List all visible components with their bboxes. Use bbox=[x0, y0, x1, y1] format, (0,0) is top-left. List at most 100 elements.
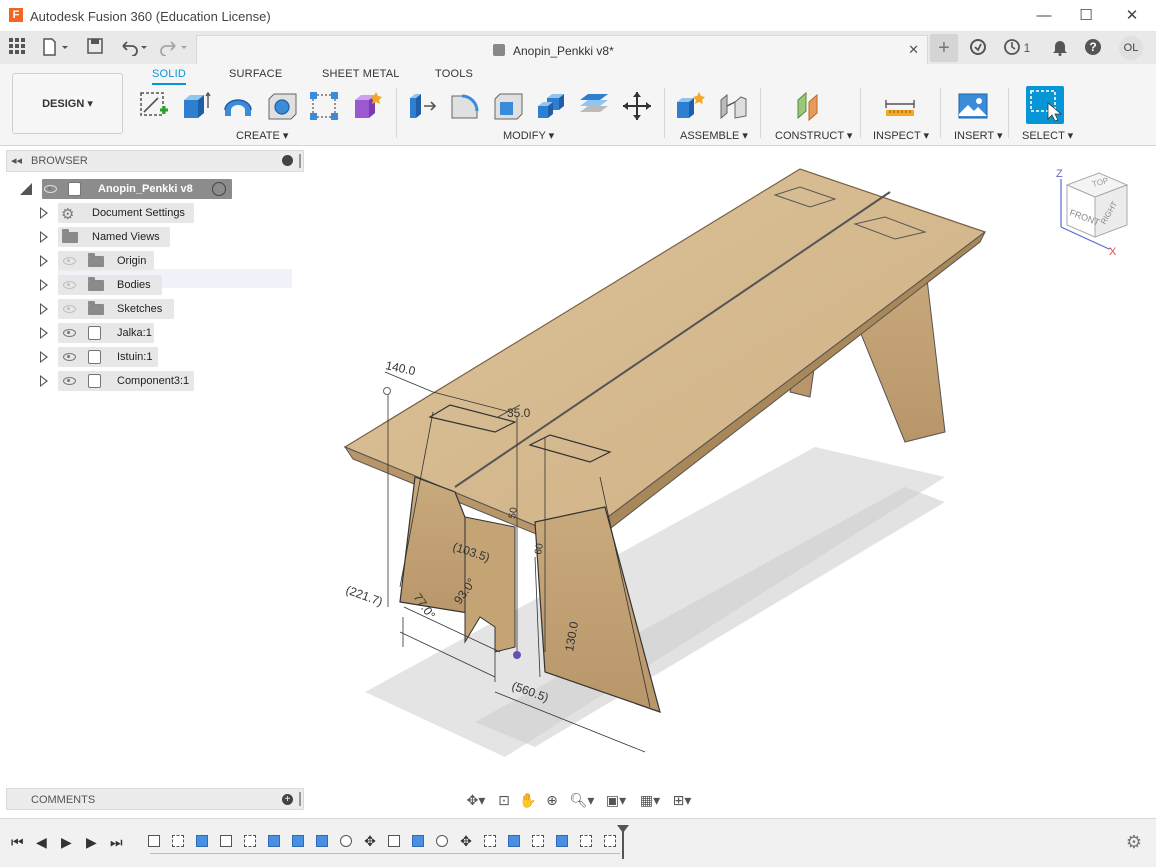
tab-tools[interactable]: TOOLS bbox=[435, 68, 473, 80]
viewports-icon[interactable]: ⊞▾ bbox=[667, 791, 697, 809]
timeline-feature-sketch[interactable] bbox=[530, 833, 546, 849]
browser-item-sketches[interactable]: Sketches bbox=[38, 299, 178, 319]
display-settings-icon[interactable]: ▣▾ bbox=[601, 791, 631, 809]
insert-group-menu[interactable]: INSERT ▾ bbox=[954, 129, 1003, 142]
pan-hand-icon[interactable]: ✋ bbox=[519, 791, 537, 809]
step-forward-icon[interactable]: ▶ bbox=[86, 834, 97, 851]
inspect-group-menu[interactable]: INSPECT ▾ bbox=[873, 129, 929, 142]
combine-icon[interactable] bbox=[535, 90, 567, 122]
zoom-icon[interactable]: ⊕ bbox=[543, 791, 561, 809]
panel-pin-icon[interactable] bbox=[299, 154, 301, 168]
browser-item-document-settings[interactable]: ⚙ Document Settings bbox=[38, 203, 198, 223]
close-window-button[interactable]: ✕ bbox=[1118, 4, 1146, 28]
help-icon[interactable]: ? bbox=[1083, 38, 1103, 58]
tab-sheet-metal[interactable]: SHEET METAL bbox=[322, 68, 400, 80]
viewcube[interactable]: TOP FRONT RIGHT Z X bbox=[1053, 167, 1143, 258]
press-pull-icon[interactable] bbox=[406, 90, 438, 122]
expand-triangle-icon[interactable] bbox=[40, 255, 48, 267]
expanded-triangle-icon[interactable] bbox=[20, 183, 32, 195]
measure-icon[interactable] bbox=[884, 90, 916, 122]
document-tab[interactable]: Anopin_Penkki v8* ✕ bbox=[196, 35, 928, 64]
timeline-feature-joint[interactable] bbox=[434, 833, 450, 849]
timeline-feature-extrude[interactable] bbox=[506, 833, 522, 849]
collapse-panel-icon[interactable]: ◂◂ bbox=[11, 154, 22, 167]
browser-item-named-views[interactable]: Named Views bbox=[38, 227, 178, 247]
expand-triangle-icon[interactable] bbox=[40, 375, 48, 387]
timeline-feature-sketch[interactable] bbox=[242, 833, 258, 849]
timeline-feature-sketch[interactable] bbox=[482, 833, 498, 849]
timeline-feature-extrude[interactable] bbox=[194, 833, 210, 849]
construct-group-menu[interactable]: CONSTRUCT ▾ bbox=[775, 129, 852, 142]
timeline-feature-extrude[interactable] bbox=[554, 833, 570, 849]
timeline-feature-joint[interactable] bbox=[338, 833, 354, 849]
play-icon[interactable]: ▶ bbox=[61, 834, 72, 851]
go-to-start-icon[interactable]: ⏮ bbox=[11, 834, 24, 851]
timeline-marker-handle[interactable] bbox=[617, 825, 629, 833]
minimize-button[interactable]: — bbox=[1030, 4, 1058, 28]
expand-triangle-icon[interactable] bbox=[40, 351, 48, 363]
move-copy-icon[interactable] bbox=[621, 90, 653, 122]
expand-triangle-icon[interactable] bbox=[40, 231, 48, 243]
close-tab-icon[interactable]: ✕ bbox=[908, 42, 919, 58]
create-sketch-icon[interactable] bbox=[138, 90, 170, 122]
browser-item-bodies[interactable]: Bodies bbox=[38, 275, 162, 295]
form-icon[interactable] bbox=[351, 90, 383, 122]
user-avatar[interactable]: OL bbox=[1119, 36, 1143, 60]
browser-item-jalka[interactable]: Jalka:1 bbox=[38, 323, 158, 343]
workspace-switcher-button[interactable]: DESIGN ▾ bbox=[12, 73, 123, 134]
insert-image-icon[interactable] bbox=[957, 90, 989, 122]
timeline-feature-sketch[interactable] bbox=[170, 833, 186, 849]
data-panel-grid-icon[interactable] bbox=[8, 38, 26, 58]
comments-panel-header[interactable]: COMMENTS + bbox=[6, 788, 304, 810]
save-icon[interactable] bbox=[86, 38, 104, 58]
go-to-end-icon[interactable]: ⏭ bbox=[110, 834, 123, 851]
visibility-eye-icon[interactable] bbox=[63, 353, 76, 361]
tab-surface[interactable]: SURFACE bbox=[229, 68, 282, 80]
extrude-icon[interactable] bbox=[180, 90, 212, 122]
new-tab-plus-icon[interactable]: + bbox=[930, 34, 958, 62]
timeline-feature-component[interactable] bbox=[386, 833, 402, 849]
create-group-menu[interactable]: CREATE ▾ bbox=[236, 129, 288, 142]
orbit-icon[interactable]: ✥▾ bbox=[461, 791, 491, 809]
new-component-icon[interactable] bbox=[674, 90, 706, 122]
browser-item-origin[interactable]: Origin bbox=[38, 251, 158, 271]
redo-icon[interactable] bbox=[158, 38, 190, 58]
select-icon[interactable] bbox=[1026, 86, 1064, 124]
browser-root-row[interactable]: Anopin_Penkki v8 bbox=[20, 179, 240, 199]
3d-viewport-canvas[interactable]: 140.0 35.0 (103.5) (221.7) 77.0° 93.0° 1… bbox=[305, 147, 1156, 815]
timeline-feature-extrude[interactable] bbox=[290, 833, 306, 849]
tab-solid[interactable]: SOLID bbox=[152, 68, 187, 85]
bench-model-render[interactable]: 140.0 35.0 (103.5) (221.7) 77.0° 93.0° 1… bbox=[305, 147, 1156, 815]
browser-item-istuin[interactable]: Istuin:1 bbox=[38, 347, 168, 367]
maximize-button[interactable]: ☐ bbox=[1072, 4, 1100, 28]
visibility-eye-icon[interactable] bbox=[63, 329, 76, 337]
timeline-feature-extrude[interactable] bbox=[410, 833, 426, 849]
offset-face-icon[interactable] bbox=[578, 90, 610, 122]
expand-triangle-icon[interactable] bbox=[40, 279, 48, 291]
expand-triangle-icon[interactable] bbox=[40, 207, 48, 219]
pattern-icon[interactable] bbox=[308, 90, 340, 122]
activate-radio-icon[interactable] bbox=[212, 182, 226, 196]
assemble-group-menu[interactable]: ASSEMBLE ▾ bbox=[680, 129, 748, 142]
select-group-menu[interactable]: SELECT ▾ bbox=[1022, 129, 1073, 142]
visibility-eye-icon[interactable] bbox=[63, 305, 76, 313]
offset-plane-icon[interactable] bbox=[795, 90, 827, 122]
timeline-feature-sketch[interactable] bbox=[602, 833, 618, 849]
minus-circle-icon[interactable] bbox=[282, 155, 293, 166]
browser-item-component3[interactable]: Component3:1 bbox=[38, 371, 208, 391]
add-comment-icon[interactable]: + bbox=[282, 794, 293, 805]
extensions-icon[interactable] bbox=[968, 38, 988, 58]
visibility-eye-icon[interactable] bbox=[63, 257, 76, 265]
joint-icon[interactable] bbox=[717, 90, 749, 122]
visibility-eye-icon[interactable] bbox=[63, 377, 76, 385]
timeline-feature-sketch[interactable] bbox=[578, 833, 594, 849]
undo-icon[interactable] bbox=[118, 38, 150, 58]
job-status-clock-icon[interactable] bbox=[1002, 38, 1022, 58]
file-menu-icon[interactable] bbox=[40, 38, 70, 58]
visibility-eye-icon[interactable] bbox=[63, 281, 76, 289]
fit-zoom-icon[interactable]: 🔍︎▾ bbox=[567, 791, 597, 809]
modify-group-menu[interactable]: MODIFY ▾ bbox=[503, 129, 554, 142]
timeline-feature-component[interactable] bbox=[218, 833, 234, 849]
shell-icon[interactable] bbox=[492, 90, 524, 122]
step-back-icon[interactable]: ◀ bbox=[36, 834, 47, 851]
